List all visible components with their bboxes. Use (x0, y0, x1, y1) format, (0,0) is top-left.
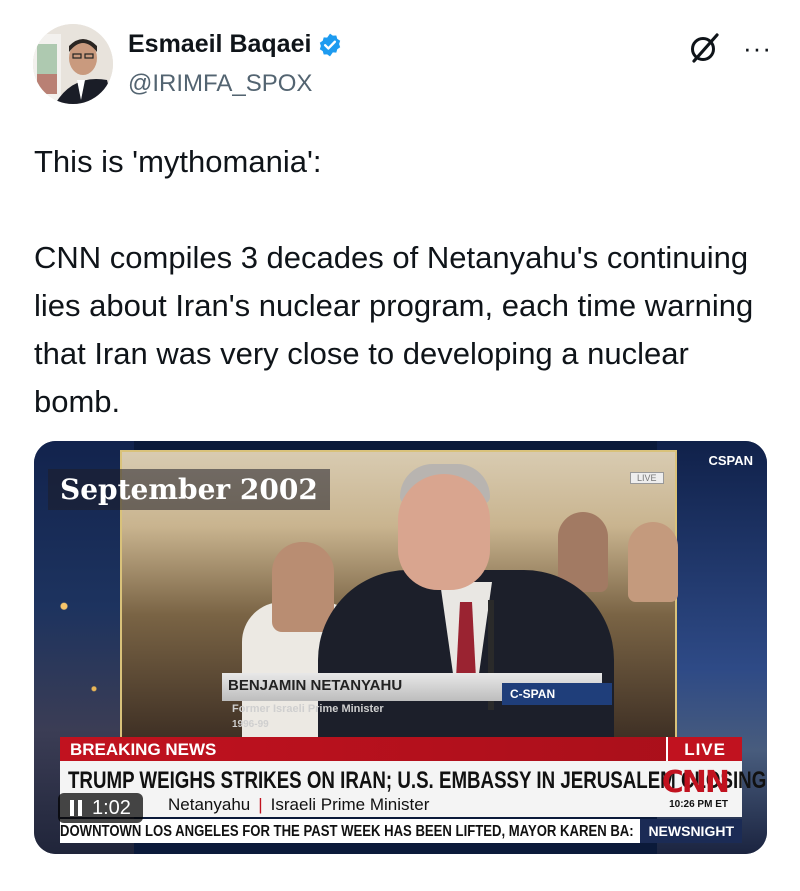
network-logo: CSPAN (708, 453, 753, 468)
subline-name: Netanyahu (168, 795, 251, 814)
author-display-name[interactable]: Esmaeil Baqaei (128, 30, 311, 59)
show-name: NEWSNIGHT (640, 819, 742, 843)
grok-icon[interactable] (687, 30, 723, 66)
author-handle[interactable]: @IRIMFA_SPOX (128, 70, 312, 98)
speaker-head (398, 474, 490, 590)
background-person (272, 542, 334, 632)
live-badge: LIVE (666, 737, 742, 761)
lower-third-channel: C-SPAN (502, 683, 612, 705)
news-ticker: DOWNTOWN LOS ANGELES FOR THE PAST WEEK H… (60, 819, 742, 843)
date-label: September 2002 (48, 469, 330, 510)
more-options-icon[interactable]: ··· (743, 35, 772, 61)
tweet-paragraph-1: This is 'mythomania': (34, 144, 322, 179)
pause-icon[interactable] (70, 800, 82, 816)
player-time: 1:02 (92, 796, 131, 819)
subline-title: Israeli Prime Minister (270, 795, 430, 814)
ticker-text: DOWNTOWN LOS ANGELES FOR THE PAST WEEK H… (60, 823, 634, 840)
tweet-actions-top: ··· (687, 30, 772, 66)
avatar-image (33, 24, 113, 104)
lower-third-years: 1996-99 (232, 719, 269, 730)
breaking-news-bar: BREAKING NEWS LIVE (60, 737, 742, 761)
video-player[interactable]: LIVE CSPAN September 2002 BENJAMIN NETAN… (34, 441, 767, 854)
verified-badge-icon (320, 33, 341, 56)
headline-subline: Netanyahu | Israeli Prime Minister (168, 795, 429, 815)
headline-box: TRUMP WEIGHS STRIKES ON IRAN; U.S. EMBAS… (60, 761, 766, 817)
subline-separator: | (258, 795, 263, 814)
tweet-paragraph-2: CNN compiles 3 decades of Netanyahu's co… (34, 240, 754, 419)
broadcast-time: 10:26 PM ET (669, 799, 728, 810)
tweet-text: This is 'mythomania': CNN compiles 3 dec… (34, 138, 774, 426)
author-name-row[interactable]: Esmaeil Baqaei (128, 30, 343, 59)
player-controls[interactable]: 1:02 (58, 793, 143, 823)
avatar[interactable] (33, 24, 113, 104)
background-person (628, 522, 678, 602)
cnn-logo: CNN (661, 765, 730, 800)
lower-third-title: Former Israeli Prime Minister (232, 703, 384, 715)
breaking-news-label: BREAKING NEWS (70, 740, 217, 759)
live-small-label: LIVE (630, 472, 664, 484)
